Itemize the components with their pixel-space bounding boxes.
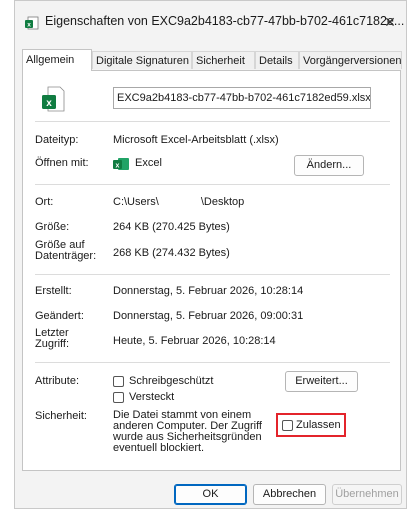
tab-digitale-signaturen[interactable]: Digitale Signaturen [92,51,192,69]
size-label: Größe: [35,221,70,233]
modified-label: Geändert: [35,310,84,322]
cancel-button[interactable]: Abbrechen [253,484,326,505]
tab-sicherheit[interactable]: Sicherheit [192,51,255,69]
hidden-label[interactable]: Versteckt [129,391,174,403]
divider [35,184,390,185]
location-suffix: \Desktop [200,196,245,208]
window-title: Eigenschaften von EXC9a2b4183-cb77-47bb-… [45,14,405,28]
apply-button[interactable]: Übernehmen [332,484,402,505]
openwith-label: Öffnen mit: [35,157,89,169]
filetype-value: Microsoft Excel-Arbeitsblatt (.xlsx) [113,134,279,146]
security-text: Die Datei stammt von einem anderen Compu… [113,410,262,454]
excel-file-icon: x [42,86,65,112]
size-value: 264 KB (270.425 Bytes) [113,221,230,233]
filename-field[interactable]: EXC9a2b4183-cb77-47bb-b702-461c7182ed59.… [113,87,371,109]
created-label: Erstellt: [35,285,72,297]
svg-text:x: x [46,98,52,109]
svg-text:x: x [27,22,31,29]
excel-file-icon: x [25,16,39,30]
advanced-button[interactable]: Erweitert... [285,371,358,392]
ok-button[interactable]: OK [174,484,247,505]
openwith-value: Excel [135,157,162,169]
accessed-value: Heute, 5. Februar 2026, 10:28:14 [113,335,276,347]
readonly-checkbox[interactable] [113,376,124,387]
readonly-label[interactable]: Schreibgeschützt [129,375,213,387]
filetype-label: Dateityp: [35,134,79,146]
security-label: Sicherheit: [35,410,87,422]
general-panel: x EXC9a2b4183-cb77-47bb-b702-461c7182ed5… [22,70,401,471]
disksize-value: 268 KB (274.432 Bytes) [113,247,230,259]
attributes-label: Attribute: [35,375,80,387]
tab-details[interactable]: Details [255,51,299,69]
location-value: C:\Users\ \Desktop [113,196,244,208]
hidden-checkbox[interactable] [113,392,124,403]
unblock-checkbox[interactable] [282,420,293,431]
close-button[interactable]: ✕ [378,11,402,33]
properties-dialog: x Eigenschaften von EXC9a2b4183-cb77-47b… [14,0,407,509]
svg-text:x: x [116,162,120,169]
tab-vorgaengerversionen[interactable]: Vorgängerversionen [299,51,402,69]
location-label: Ort: [35,196,54,208]
modified-value: Donnerstag, 5. Februar 2026, 09:00:31 [113,310,304,322]
disksize-label-line2: Datenträger: [35,250,97,262]
tab-allgemein[interactable]: Allgemein [22,49,92,71]
excel-app-icon: x [113,158,129,170]
disksize-label: Größe auf Datenträger: [35,240,96,262]
security-text-line4: eventuell blockiert. [113,442,205,454]
divider [35,121,390,122]
accessed-label-line2: Zugriff: [35,338,70,350]
unblock-label[interactable]: Zulassen [296,419,341,431]
change-button[interactable]: Ändern... [294,155,364,176]
divider [35,362,390,363]
title-bar: x Eigenschaften von EXC9a2b4183-cb77-47b… [15,1,406,43]
divider [35,274,390,275]
accessed-label: Letzter Zugriff: [35,328,69,350]
location-prefix: C:\Users\ [113,196,159,208]
created-value: Donnerstag, 5. Februar 2026, 10:28:14 [113,285,304,297]
